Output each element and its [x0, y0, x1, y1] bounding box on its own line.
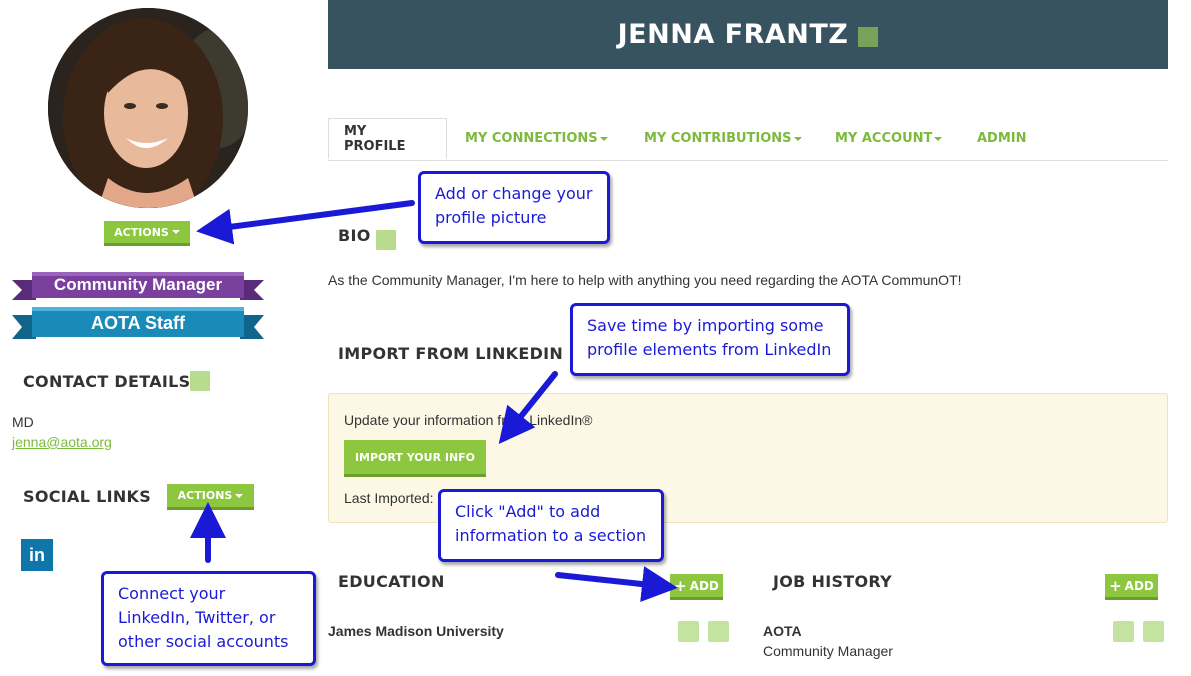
callout-line: Click "Add" to add	[455, 502, 601, 521]
callout-social: Connect your LinkedIn, Twitter, or other…	[101, 571, 316, 666]
callout-line: profile elements from LinkedIn	[587, 340, 832, 359]
callout-linkedin: Save time by importing some profile elem…	[570, 303, 850, 376]
callout-profile-picture: Add or change your profile picture	[418, 171, 610, 244]
callout-line: Save time by importing some	[587, 316, 824, 335]
arrow-to-import-button	[498, 371, 558, 445]
callout-line: information to a section	[455, 526, 647, 545]
callout-add: Click "Add" to add information to a sect…	[438, 489, 664, 562]
callout-line: profile picture	[435, 208, 547, 227]
callout-line: LinkedIn, Twitter, or	[118, 608, 276, 627]
arrow-to-add-button	[555, 566, 678, 602]
callout-line: Add or change your	[435, 184, 593, 203]
arrow-to-avatar-actions	[196, 200, 415, 245]
callout-line: Connect your	[118, 584, 226, 603]
callout-line: other social accounts	[118, 632, 289, 651]
